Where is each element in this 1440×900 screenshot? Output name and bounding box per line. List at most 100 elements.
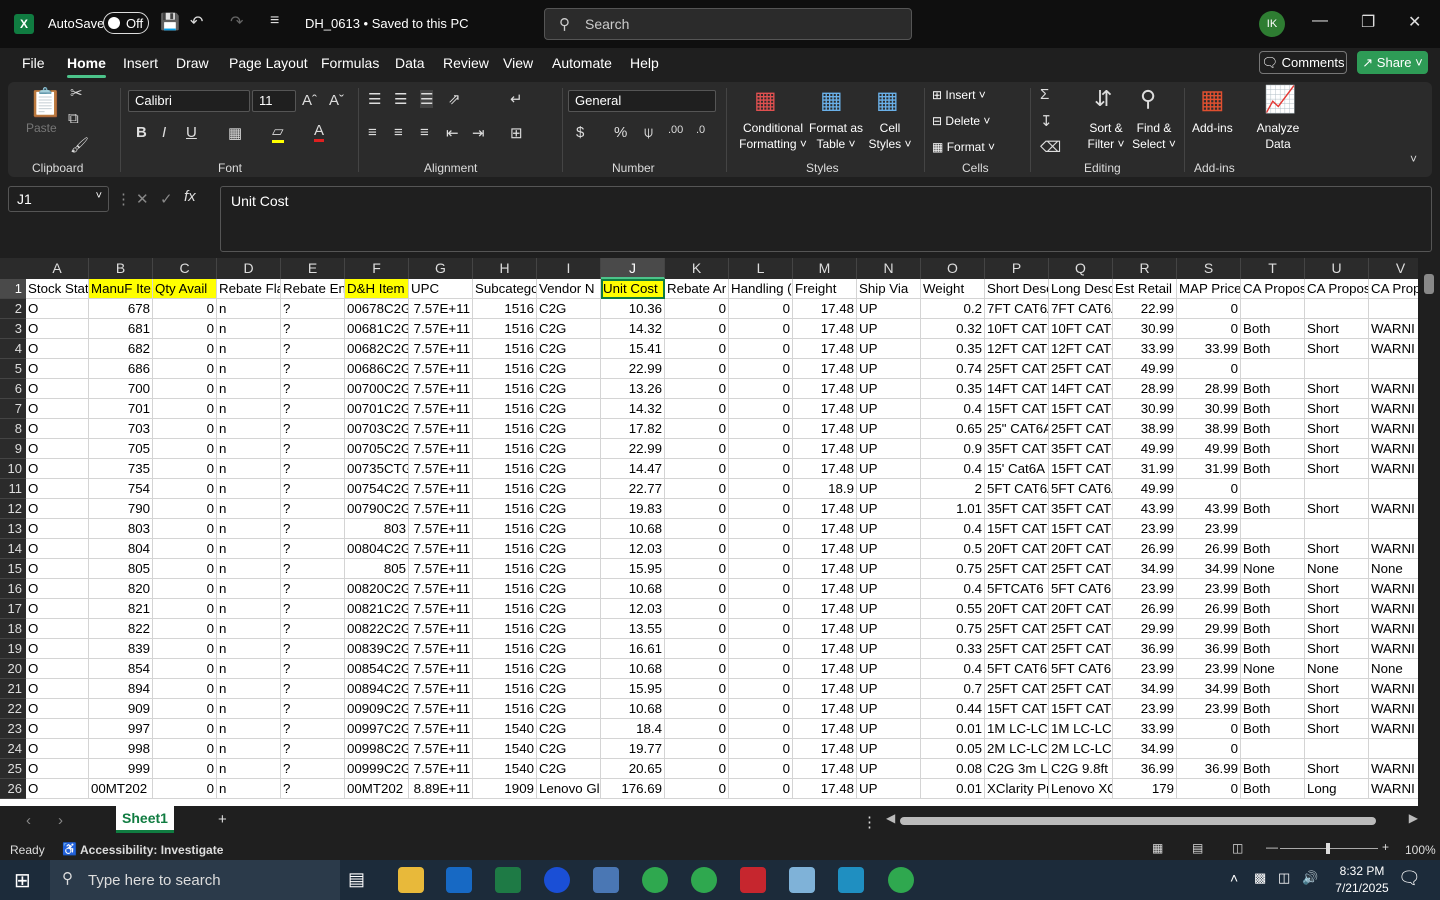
table-cell[interactable]: Short <box>1305 319 1369 339</box>
restore-icon[interactable]: ❐ <box>1361 12 1375 32</box>
table-cell[interactable]: 0 <box>153 359 217 379</box>
table-cell[interactable]: 15FT CAT6 <box>1049 699 1113 719</box>
table-cell[interactable]: 0 <box>153 679 217 699</box>
table-cell[interactable]: 19.77 <box>601 739 665 759</box>
table-cell[interactable]: 179 <box>1113 779 1177 799</box>
tab-page-layout[interactable]: Page Layout <box>229 55 308 71</box>
table-cell[interactable]: 0 <box>1177 299 1241 319</box>
table-cell[interactable]: Both <box>1241 779 1305 799</box>
column-header-u[interactable]: U <box>1305 258 1369 279</box>
table-cell[interactable]: n <box>217 579 281 599</box>
table-cell[interactable]: 36.99 <box>1177 639 1241 659</box>
table-cell[interactable]: 0 <box>665 619 729 639</box>
table-cell[interactable]: Short <box>1305 579 1369 599</box>
table-cell[interactable]: 7.57E+11 <box>409 479 473 499</box>
row-header[interactable]: 13 <box>0 519 26 539</box>
find-select-icon[interactable]: ⚲ <box>1140 86 1156 112</box>
table-cell[interactable]: 0 <box>1177 319 1241 339</box>
table-cell[interactable]: 13.55 <box>601 619 665 639</box>
row-header[interactable]: 1 <box>0 279 26 299</box>
table-cell[interactable]: 7.57E+11 <box>409 299 473 319</box>
table-cell[interactable]: 0 <box>153 319 217 339</box>
table-cell[interactable]: 0 <box>729 759 793 779</box>
table-cell[interactable]: C2G <box>537 539 601 559</box>
table-cell[interactable]: 0.7 <box>921 679 985 699</box>
table-cell[interactable]: 703 <box>89 419 153 439</box>
table-cell[interactable]: 5FTCAT6 S <box>985 579 1049 599</box>
header-cell[interactable]: CA Prop <box>1369 279 1418 299</box>
currency-icon[interactable]: $ <box>576 124 584 141</box>
table-cell[interactable]: 0 <box>153 759 217 779</box>
decrease-decimal-icon[interactable]: .0 <box>696 124 705 136</box>
header-cell[interactable]: Rebate En <box>281 279 345 299</box>
table-cell[interactable]: 00MT202 <box>345 779 409 799</box>
table-cell[interactable]: 0.4 <box>921 519 985 539</box>
table-cell[interactable]: 34.99 <box>1113 679 1177 699</box>
column-header-c[interactable]: C <box>153 258 217 279</box>
header-cell[interactable]: Weight <box>921 279 985 299</box>
table-cell[interactable]: 0 <box>729 459 793 479</box>
table-cell[interactable]: 176.69 <box>601 779 665 799</box>
zoom-in-icon[interactable]: + <box>1382 840 1389 854</box>
table-cell[interactable]: 36.99 <box>1177 759 1241 779</box>
table-cell[interactable]: WARNI <box>1369 599 1418 619</box>
table-cell[interactable]: 1M LC-LC <box>985 719 1049 739</box>
table-cell[interactable]: 15FT CAT6 <box>1049 459 1113 479</box>
conditional-formatting-button[interactable]: Conditional Formatting ˅ <box>730 120 816 152</box>
table-cell[interactable]: 686 <box>89 359 153 379</box>
table-cell[interactable]: 681 <box>89 319 153 339</box>
table-cell[interactable]: 00998C2G <box>345 739 409 759</box>
table-cell[interactable]: 14.47 <box>601 459 665 479</box>
table-cell[interactable]: XClarity Pr <box>985 779 1049 799</box>
table-cell[interactable]: UP <box>857 539 921 559</box>
table-cell[interactable]: 0 <box>153 539 217 559</box>
column-header-q[interactable]: Q <box>1049 258 1113 279</box>
table-cell[interactable]: 0 <box>665 699 729 719</box>
table-cell[interactable]: C2G <box>537 759 601 779</box>
table-cell[interactable]: O <box>26 559 89 579</box>
table-cell[interactable]: 10.68 <box>601 659 665 679</box>
table-cell[interactable]: 25FT CAT6 <box>1049 679 1113 699</box>
analyze-data-button[interactable]: Analyze Data <box>1254 120 1302 152</box>
chrome-alt-icon[interactable] <box>888 867 914 893</box>
column-header-j[interactable]: J <box>601 258 665 279</box>
table-cell[interactable]: 15' Cat6A <box>985 459 1049 479</box>
table-cell[interactable]: 0.9 <box>921 439 985 459</box>
table-cell[interactable] <box>1241 479 1305 499</box>
header-cell[interactable]: Short Desc <box>985 279 1049 299</box>
table-cell[interactable]: Both <box>1241 459 1305 479</box>
table-cell[interactable]: 35FT CAT6 <box>985 499 1049 519</box>
table-cell[interactable]: 12FT CAT6 <box>985 339 1049 359</box>
tray-app-icon[interactable]: ▩ <box>1254 870 1266 886</box>
table-cell[interactable]: 7.57E+11 <box>409 539 473 559</box>
table-cell[interactable]: 678 <box>89 299 153 319</box>
network-icon[interactable]: ◫ <box>1278 870 1290 886</box>
table-cell[interactable]: C2G <box>537 579 601 599</box>
table-cell[interactable]: n <box>217 319 281 339</box>
table-cell[interactable]: 0.4 <box>921 579 985 599</box>
table-cell[interactable]: 0.65 <box>921 419 985 439</box>
table-cell[interactable]: 7.57E+11 <box>409 759 473 779</box>
add-sheet-icon[interactable]: + <box>218 811 227 828</box>
column-header-e[interactable]: E <box>281 258 345 279</box>
table-cell[interactable]: O <box>26 699 89 719</box>
table-cell[interactable]: ? <box>281 359 345 379</box>
table-cell[interactable]: UP <box>857 699 921 719</box>
addins-button[interactable]: Add-ins <box>1192 120 1233 136</box>
table-cell[interactable]: 1516 <box>473 599 537 619</box>
table-cell[interactable]: O <box>26 659 89 679</box>
zoom-app-icon[interactable] <box>544 867 570 893</box>
table-cell[interactable]: 7.57E+11 <box>409 459 473 479</box>
sheet-tab-sheet1[interactable]: Sheet1 <box>116 806 174 833</box>
table-cell[interactable]: 10FT CAT6 <box>985 319 1049 339</box>
autosave-toggle[interactable]: Off <box>103 12 149 34</box>
horizontal-scrollbar[interactable]: ◀ ▶ <box>884 811 1420 828</box>
table-cell[interactable] <box>1305 739 1369 759</box>
table-cell[interactable]: 805 <box>345 559 409 579</box>
table-cell[interactable]: UP <box>857 659 921 679</box>
vertical-scrollbar[interactable] <box>1418 258 1440 806</box>
table-cell[interactable]: 701 <box>89 399 153 419</box>
align-top-icon[interactable]: ☰ <box>368 90 381 108</box>
table-cell[interactable]: 1516 <box>473 499 537 519</box>
table-cell[interactable]: 754 <box>89 479 153 499</box>
